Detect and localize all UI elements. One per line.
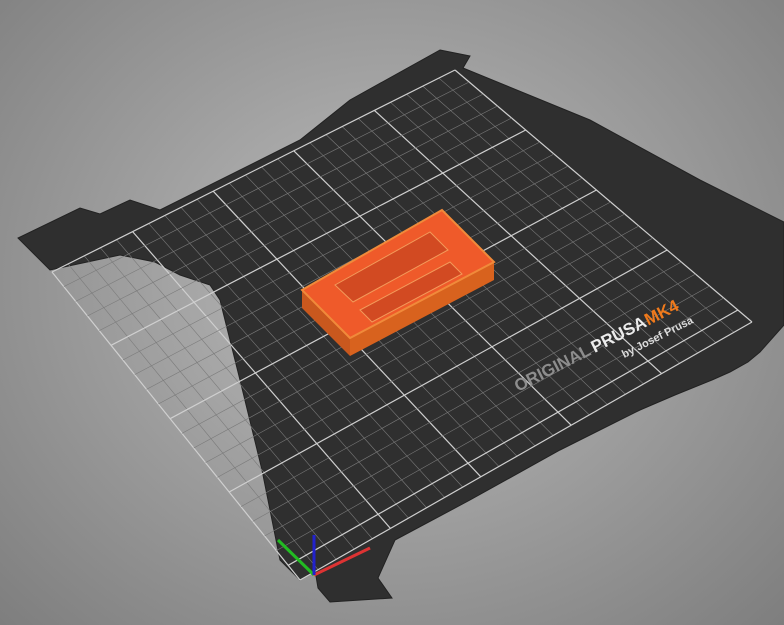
3d-viewport[interactable]: ORIGINAL PRUSA MK4 by Josef Prusa (0, 0, 784, 625)
